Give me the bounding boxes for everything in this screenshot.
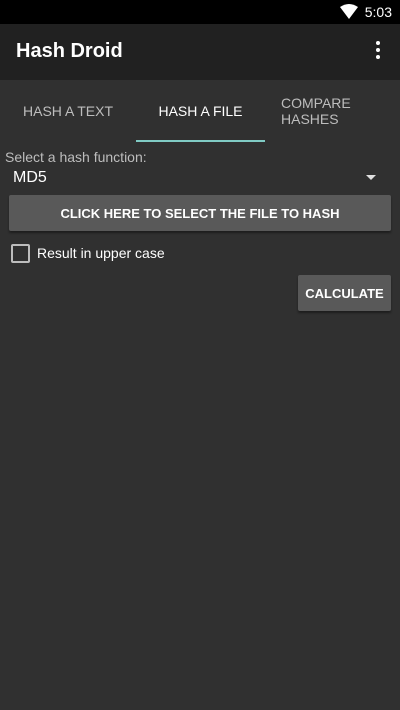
tab-label: COMPARE HASHES <box>281 95 351 127</box>
app-title: Hash Droid <box>16 40 123 62</box>
app-bar: Hash Droid <box>0 24 400 80</box>
tab-compare-hashes[interactable]: COMPARE HASHES <box>265 80 400 142</box>
select-file-button[interactable]: CLICK HERE TO SELECT THE FILE TO HASH <box>9 195 391 231</box>
hash-function-label: Select a hash function: <box>5 149 147 165</box>
tab-indicator <box>136 140 265 142</box>
dropdown-arrow-icon <box>366 175 376 180</box>
more-options-icon[interactable] <box>368 41 388 63</box>
tab-hash-a-file[interactable]: HASH A FILE <box>136 80 265 142</box>
calculate-button[interactable]: CALCULATE <box>298 275 391 311</box>
tab-label: HASH A FILE <box>158 103 243 119</box>
wifi-icon <box>340 4 358 19</box>
status-bar: 5:03 <box>0 0 400 24</box>
uppercase-label: Result in upper case <box>37 245 165 261</box>
uppercase-checkbox[interactable] <box>11 244 30 263</box>
hash-function-value: MD5 <box>13 169 47 186</box>
status-time: 5:03 <box>364 4 392 20</box>
tab-hash-a-text[interactable]: HASH A TEXT <box>0 80 136 142</box>
tab-bar: HASH A TEXT HASH A FILE COMPARE HASHES <box>0 80 400 142</box>
hash-function-select[interactable]: MD5 <box>8 164 392 194</box>
tab-label: HASH A TEXT <box>23 103 113 119</box>
